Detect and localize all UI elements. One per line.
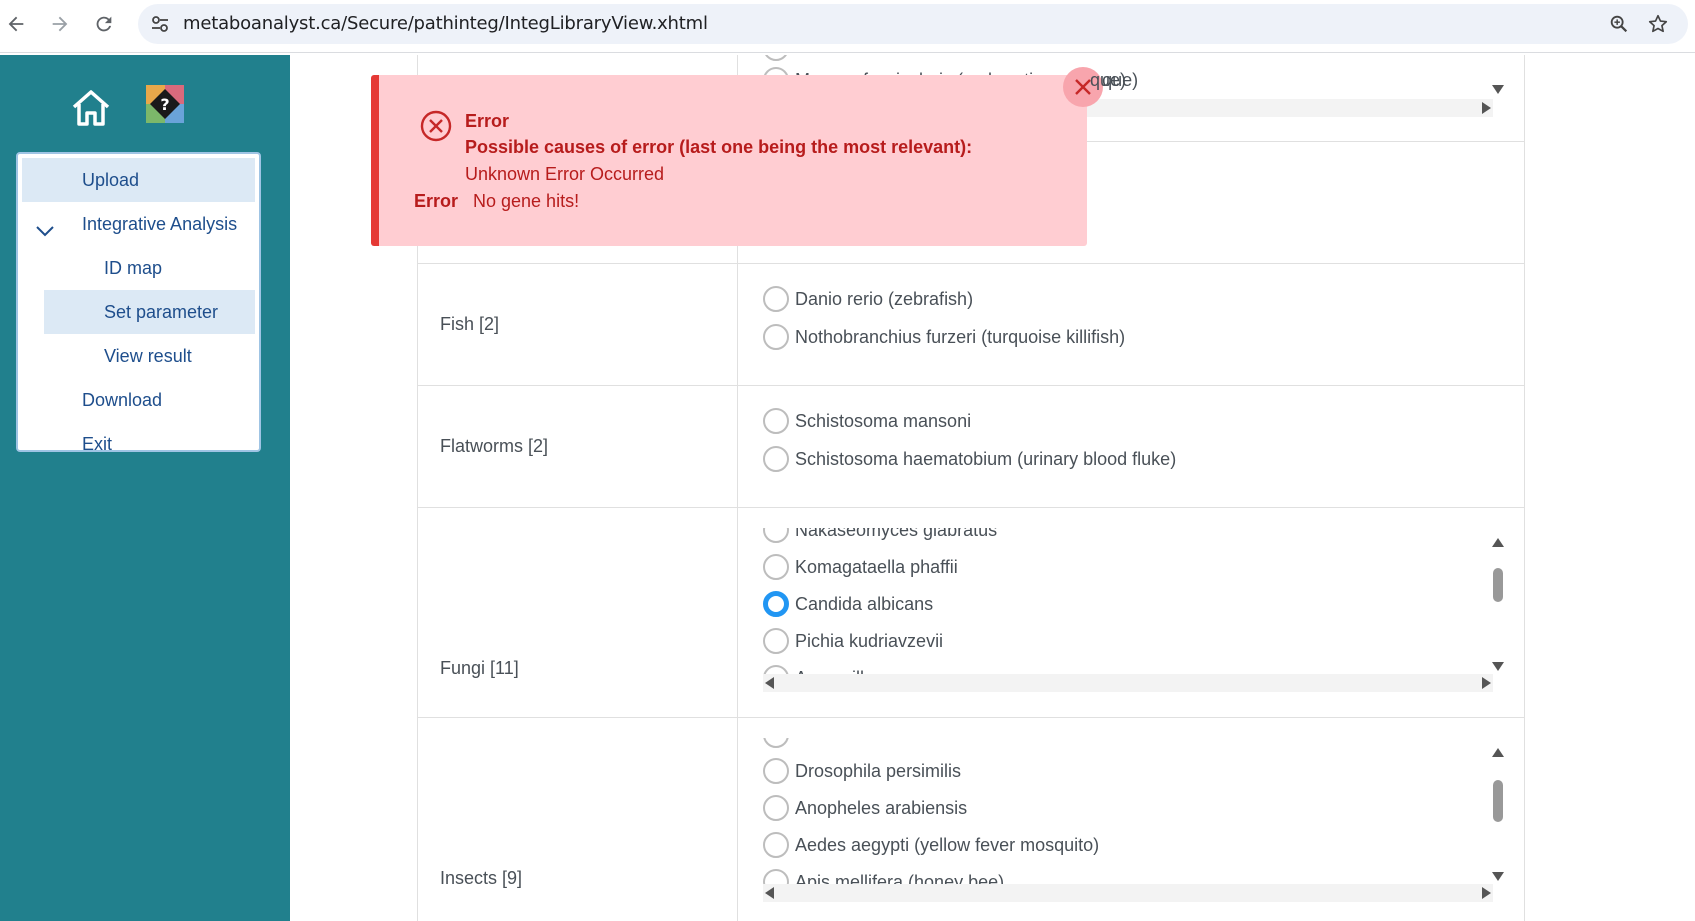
error-label: Error [414,191,459,211]
zoom-icon[interactable] [1608,13,1630,35]
help-icon[interactable]: ? [146,85,184,123]
radio-button[interactable] [763,628,789,654]
menu-item-set-parameter[interactable]: Set parameter [44,290,255,334]
bookmark-star-icon[interactable] [1647,13,1669,35]
table-row: Fungi [11] Nakaseomyces glabratus Komaga… [418,508,1524,718]
radio-button[interactable] [763,738,789,748]
error-circle-icon [419,109,453,143]
radio-button-selected[interactable] [763,591,789,617]
scroll-thumb[interactable] [1493,780,1503,822]
scroll-left-icon[interactable] [765,887,774,899]
menu-item-download[interactable]: Download [22,378,255,422]
error-detail: No gene hits! [473,191,580,211]
back-icon[interactable] [2,10,30,38]
scroll-right-icon[interactable] [1482,677,1491,689]
scroll-right-icon[interactable] [1482,102,1491,114]
navigation-menu: Upload Integrative Analysis ID map Set p… [16,152,261,454]
option[interactable] [763,55,795,63]
site-info-icon[interactable] [150,14,170,34]
url-text[interactable]: metaboanalyst.ca/Secure/pathinteg/IntegL… [183,13,708,34]
scroll-left-icon[interactable] [765,677,774,689]
radio-button[interactable] [763,758,789,784]
scroll-up-icon[interactable] [1492,748,1504,757]
scroll-down-icon[interactable] [1492,662,1504,671]
browser-toolbar: metaboanalyst.ca/Secure/pathinteg/IntegL… [0,0,1695,53]
table-row: Fish [2] Danio rerio (zebrafish) Nothobr… [418,264,1524,386]
error-title: Error [465,111,510,131]
svg-text:?: ? [160,95,169,114]
horizontal-scrollbar[interactable] [763,884,1493,902]
radio-button[interactable] [763,795,789,821]
radio-button[interactable] [763,446,789,472]
option[interactable]: Danio rerio (zebrafish) [763,284,973,314]
radio-button[interactable] [763,554,789,580]
category-label: Fish [2] [440,314,500,334]
option[interactable]: Komagataella phaffii [763,552,958,582]
address-bar[interactable]: metaboanalyst.ca/Secure/pathinteg/IntegL… [138,4,1688,44]
option-label: Komagataella phaffii [795,556,958,577]
radio-button[interactable] [763,286,789,312]
table-row: Insects [9] Drosophila persimilis Anophe… [418,718,1524,921]
scroll-down-icon[interactable] [1492,872,1504,881]
radio-button[interactable] [763,832,789,858]
menu-item-exit[interactable]: Exit [22,422,255,466]
chevron-down-icon[interactable] [34,214,56,237]
option[interactable]: Pichia kudriavzevii [763,626,943,656]
option-label: Nothobranchius furzeri (turquoise killif… [795,326,1126,347]
menu-item-label: Integrative Analysis [82,214,238,234]
sidebar: ? Upload Integrative Analysis ID map Set… [0,55,290,921]
option-label: Candida albicans [795,593,934,614]
scroll-up-icon[interactable] [1492,538,1504,547]
scroll-down-icon[interactable] [1492,85,1504,94]
radio-button[interactable] [763,324,789,350]
option-selected[interactable]: Candida albicans [763,589,933,619]
menu-item-integrative-analysis[interactable]: Integrative Analysis [22,202,255,246]
error-message-toast: Error Possible causes of error (last one… [371,67,1103,246]
radio-button[interactable] [763,408,789,434]
home-icon[interactable] [70,87,112,129]
error-detail: Possible causes of error (last one being… [465,137,973,157]
error-detail: Unknown Error Occurred [465,164,665,184]
option-label: Anopheles arabiensis [795,797,968,818]
option-list: Drosophila persimilis Anopheles arabiens… [748,738,1493,888]
option-label: Aedes aegypti (yellow fever mosquito) [795,834,1100,855]
table-row: Flatworms [2] Schistosoma mansoni Schist… [418,386,1524,508]
menu-item-id-map[interactable]: ID map [22,246,255,290]
option-label: Schistosoma haematobium (urinary blood f… [795,448,1177,469]
option[interactable]: Aedes aegypti (yellow fever mosquito) [763,830,1099,860]
radio-button[interactable] [763,528,789,543]
radio-button[interactable] [763,55,789,61]
option-label: Pichia kudriavzevii [795,630,944,651]
option[interactable]: Nothobranchius furzeri (turquoise killif… [763,322,1125,352]
scroll-right-icon[interactable] [1482,887,1491,899]
menu-item-view-result[interactable]: View result [22,334,255,378]
scroll-thumb[interactable] [1493,568,1503,602]
category-label: Fungi [11] [440,658,519,678]
option-label: Nakaseomyces glabratus [795,528,998,540]
option-label: Schistosoma mansoni [795,410,972,431]
reload-icon[interactable] [90,10,118,38]
vertical-scrollbar[interactable] [1490,748,1506,883]
forward-icon[interactable] [46,10,74,38]
option[interactable]: Schistosoma mansoni [763,406,971,436]
option[interactable]: Drosophila persimilis [763,756,961,786]
horizontal-scrollbar[interactable] [763,674,1493,692]
option[interactable] [763,738,795,750]
option[interactable]: Anopheles arabiensis [763,793,967,823]
option-label: Drosophila persimilis [795,760,962,781]
menu-item-upload[interactable]: Upload [22,158,255,202]
option[interactable]: Schistosoma haematobium (urinary blood f… [763,444,1176,474]
option[interactable]: Nakaseomyces glabratus [763,528,997,545]
category-label: Insects [9] [440,868,523,888]
option-label-partial: que) [1090,70,1127,90]
vertical-scrollbar[interactable] [1490,538,1506,673]
option-list: Nakaseomyces glabratus Komagataella phaf… [748,528,1493,678]
category-label: Flatworms [2] [440,436,549,456]
option-label: Danio rerio (zebrafish) [795,288,974,309]
